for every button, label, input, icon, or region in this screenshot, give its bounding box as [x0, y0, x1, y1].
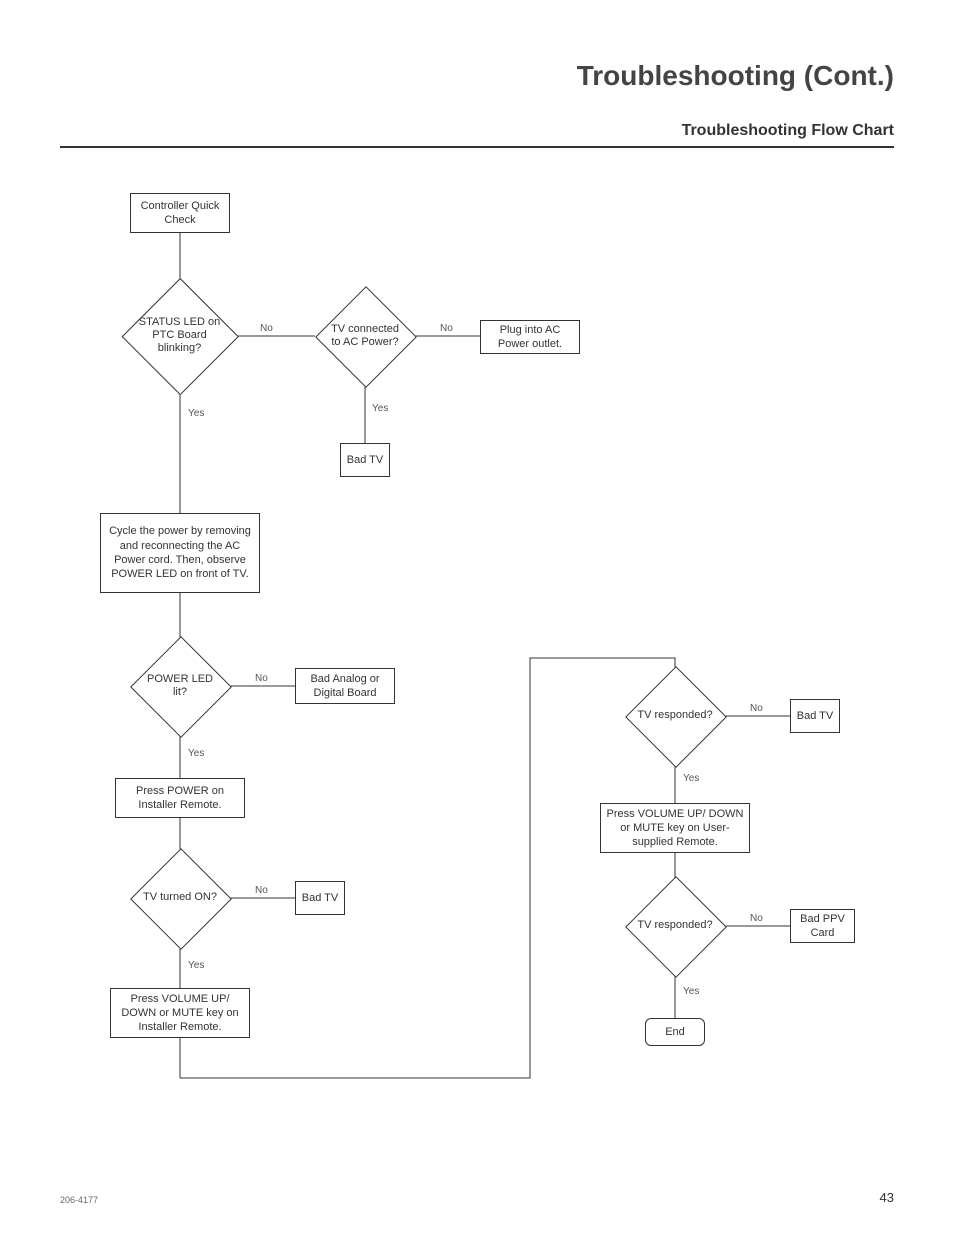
node-pressvol1: Press VOLUME UP/ DOWN or MUTE key on Ins…: [110, 988, 250, 1038]
node-d-turnedon: TV turned ON?: [130, 848, 230, 948]
node-d-power: POWER LED lit?: [130, 636, 230, 736]
doc-number: 206-4177: [60, 1195, 98, 1205]
label-no: No: [440, 323, 453, 334]
node-d-status-text: STATUS LED on PTC Board blinking?: [122, 278, 237, 393]
label-no: No: [255, 673, 268, 684]
node-d-resp2-text: TV responded?: [625, 876, 725, 976]
node-d-ac: TV connected to AC Power?: [315, 286, 415, 386]
label-yes: Yes: [372, 403, 388, 414]
label-no: No: [255, 885, 268, 896]
section-subtitle: Troubleshooting Flow Chart: [60, 122, 894, 148]
node-d-resp2: TV responded?: [625, 876, 725, 976]
node-d-resp1-text: TV responded?: [625, 666, 725, 766]
node-end: End: [645, 1018, 705, 1046]
node-plug: Plug into AC Power outlet.: [480, 320, 580, 354]
node-badtv3: Bad TV: [790, 699, 840, 733]
node-d-power-text: POWER LED lit?: [130, 636, 230, 736]
flowchart: Controller Quick Check STATUS LED on PTC…: [60, 188, 894, 1108]
label-no: No: [260, 323, 273, 334]
page-number: 43: [880, 1190, 894, 1205]
node-badtv1: Bad TV: [340, 443, 390, 477]
node-d-resp1: TV responded?: [625, 666, 725, 766]
node-badboard: Bad Analog or Digital Board: [295, 668, 395, 704]
node-presspower: Press POWER on Installer Remote.: [115, 778, 245, 818]
label-yes: Yes: [188, 960, 204, 971]
label-no: No: [750, 913, 763, 924]
node-start: Controller Quick Check: [130, 193, 230, 233]
node-cycle: Cycle the power by removing and reconnec…: [100, 513, 260, 593]
label-yes: Yes: [683, 986, 699, 997]
label-yes: Yes: [188, 408, 204, 419]
node-d-status: STATUS LED on PTC Board blinking?: [122, 278, 237, 393]
page-title: Troubleshooting (Cont.): [60, 60, 894, 92]
node-badtv2: Bad TV: [295, 881, 345, 915]
node-badppv: Bad PPV Card: [790, 909, 855, 943]
label-yes: Yes: [188, 748, 204, 759]
label-yes: Yes: [683, 773, 699, 784]
label-no: No: [750, 703, 763, 714]
node-d-turnedon-text: TV turned ON?: [130, 848, 230, 948]
node-pressvol2: Press VOLUME UP/ DOWN or MUTE key on Use…: [600, 803, 750, 853]
node-d-ac-text: TV connected to AC Power?: [315, 286, 415, 386]
